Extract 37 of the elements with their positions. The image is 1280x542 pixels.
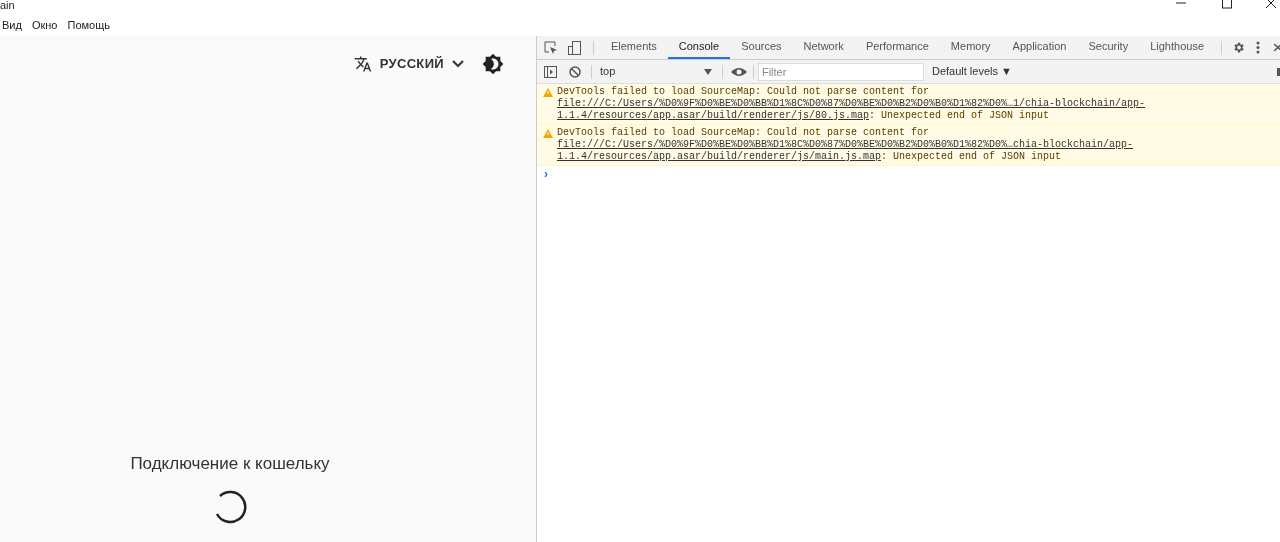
warning-message: DevTools failed to load SourceMap: Could not parse content for file:///C:/Users/%D0%9F%D0%BE%D0%BB%D1%8C%D0%87%D0%BE%D0%B2%D0%B0%D1%82%D0%…chia-blockchain/app-1.1.4/resources/app.asar/build/renderer/js/main.js.map: Unexpected end of JSON input [556,127,1135,163]
minimize-icon [1176,0,1186,6]
devtools-tab[interactable]: Application [1001,36,1078,59]
more-options-icon [1256,41,1260,54]
device-icon [567,40,582,55]
menu-item[interactable]: Вид [2,16,22,34]
devtools-tab[interactable]: Security [1077,36,1140,59]
block-icon [568,65,581,78]
theme-toggle-button[interactable] [481,53,504,75]
language-button[interactable]: РУССКИЙ [353,54,464,74]
menu-item[interactable]: Помощь [67,16,110,34]
devtools-tab[interactable]: Memory [939,36,1002,59]
warning-icon [542,88,553,97]
console-prompt[interactable]: › [543,165,548,183]
menu-item[interactable]: Окно [31,16,58,34]
devtools-tab[interactable]: Elements [599,36,668,59]
dropdown-arrow-icon [703,68,712,75]
warning-message: DevTools failed to load SourceMap: Could not parse content for file:///C:/Users/%D0%9F%D0%BE%D0%BB%D1%8C%D0%87%D0%BE%D0%B2%D0%B0%D1%82%D0%…1/chia-blockchain/app-1.1.4/resources/app.asar/build/renderer/js/80.js.map: Unexpected end of JSON input [556,86,1147,122]
close-icon [1274,43,1280,52]
devtools-tab[interactable]: Sources [730,36,793,59]
log-levels-dropdown[interactable]: Default levels ▼ [931,63,1012,80]
filter-field[interactable]: Filter [757,62,924,81]
status-text: Подключение к кошельку [130,452,330,475]
warning-icon [542,129,553,138]
translate-icon [353,55,372,73]
context-select[interactable]: top [595,63,716,80]
maximize-icon [1222,0,1232,9]
eye-icon [730,66,747,77]
devtools-tab[interactable]: Network [792,36,855,59]
window-title: ain [0,0,15,10]
inspect-icon [543,40,558,55]
chevron-down-icon [451,60,464,68]
sidebar-icon [544,65,558,78]
close-icon [1266,0,1276,8]
devtools-tab[interactable]: Lighthouse [1139,36,1215,59]
devtools-tab[interactable]: Performance [854,36,940,59]
brightness-icon [481,53,504,75]
